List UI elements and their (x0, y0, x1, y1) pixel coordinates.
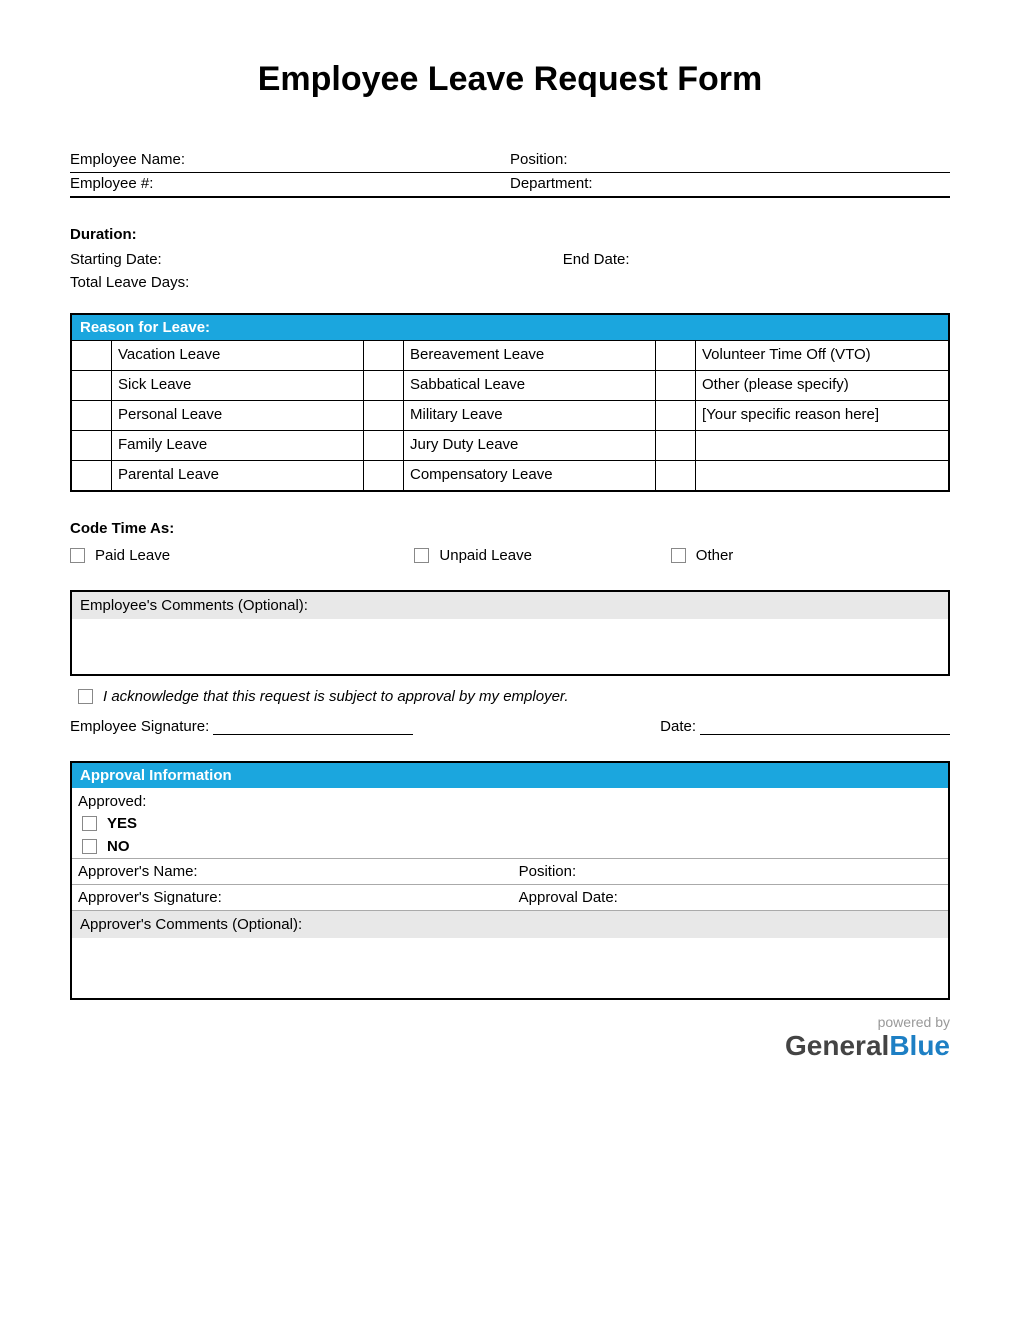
employee-name-label: Employee Name: (70, 151, 510, 168)
reason-check[interactable] (364, 460, 404, 490)
reason-heading: Reason for Leave: (72, 315, 948, 340)
reason-label: Vacation Leave (112, 340, 364, 370)
codetime-heading: Code Time As: (70, 520, 950, 537)
reason-label: Sick Leave (112, 370, 364, 400)
approved-no-label: NO (107, 838, 130, 855)
reason-label: Personal Leave (112, 400, 364, 430)
paid-leave-checkbox[interactable] (70, 548, 85, 563)
position-label: Position: (510, 151, 950, 168)
department-label: Department: (510, 175, 950, 192)
unpaid-leave-checkbox[interactable] (414, 548, 429, 563)
duration-heading: Duration: (70, 226, 950, 243)
paid-leave-label: Paid Leave (95, 547, 170, 564)
reason-label: Bereavement Leave (404, 340, 656, 370)
reason-label: Sabbatical Leave (404, 370, 656, 400)
reason-label (696, 460, 948, 490)
reason-label: Jury Duty Leave (404, 430, 656, 460)
reason-label: Family Leave (112, 430, 364, 460)
reason-label: Parental Leave (112, 460, 364, 490)
approver-comments-label: Approver's Comments (Optional): (72, 910, 948, 938)
approver-comments-input[interactable] (72, 938, 948, 998)
powered-by-text: powered by (70, 1014, 950, 1030)
reason-label: Other (please specify) (696, 370, 948, 400)
reason-check[interactable] (72, 400, 112, 430)
footer: powered by GeneralBlue (70, 1014, 950, 1062)
page-title: Employee Leave Request Form (70, 60, 950, 99)
employee-signature-label: Employee Signature: (70, 718, 209, 735)
reason-check[interactable] (656, 370, 696, 400)
reason-section: Reason for Leave: Vacation Leave Bereave… (70, 313, 950, 492)
reason-check[interactable] (656, 460, 696, 490)
employee-info-row-1: Employee Name: Position: (70, 149, 950, 173)
total-days-label: Total Leave Days: (70, 274, 563, 291)
approved-yes-checkbox[interactable] (82, 816, 97, 831)
approver-position-label: Position: (519, 863, 942, 880)
acknowledge-checkbox[interactable] (78, 689, 93, 704)
reason-label: [Your specific reason here] (696, 400, 948, 430)
reason-check[interactable] (656, 400, 696, 430)
employee-comments-label: Employee's Comments (Optional): (72, 592, 948, 619)
employee-signature-line[interactable] (213, 717, 413, 735)
approver-name-label: Approver's Name: (78, 863, 519, 880)
approved-no-checkbox[interactable] (82, 839, 97, 854)
reason-check[interactable] (364, 430, 404, 460)
approval-section: Approval Information Approved: YES NO Ap… (70, 761, 950, 1000)
reason-check[interactable] (72, 430, 112, 460)
approved-yes-label: YES (107, 815, 137, 832)
reason-check[interactable] (72, 460, 112, 490)
signature-date-line[interactable] (700, 717, 950, 735)
approval-heading: Approval Information (72, 763, 948, 788)
brand-logo: GeneralBlue (70, 1030, 950, 1062)
reason-check[interactable] (364, 370, 404, 400)
other-leave-label: Other (696, 547, 734, 564)
reason-check[interactable] (72, 370, 112, 400)
reason-check[interactable] (656, 430, 696, 460)
end-date-label: End Date: (563, 251, 950, 268)
reason-label: Compensatory Leave (404, 460, 656, 490)
approver-signature-label: Approver's Signature: (78, 889, 519, 906)
reason-label (696, 430, 948, 460)
signature-date-label: Date: (660, 718, 696, 735)
other-leave-checkbox[interactable] (671, 548, 686, 563)
approved-label: Approved: (72, 788, 948, 812)
reason-check[interactable] (364, 340, 404, 370)
reason-check[interactable] (72, 340, 112, 370)
acknowledge-text: I acknowledge that this request is subje… (103, 688, 569, 705)
reason-check[interactable] (656, 340, 696, 370)
employee-comments-section: Employee's Comments (Optional): (70, 590, 950, 676)
approval-date-label: Approval Date: (519, 889, 942, 906)
starting-date-label: Starting Date: (70, 251, 563, 268)
employee-info-row-2: Employee #: Department: (70, 173, 950, 198)
reason-check[interactable] (364, 400, 404, 430)
reason-label: Volunteer Time Off (VTO) (696, 340, 948, 370)
reason-label: Military Leave (404, 400, 656, 430)
unpaid-leave-label: Unpaid Leave (439, 547, 532, 564)
employee-comments-input[interactable] (72, 619, 948, 674)
employee-number-label: Employee #: (70, 175, 510, 192)
